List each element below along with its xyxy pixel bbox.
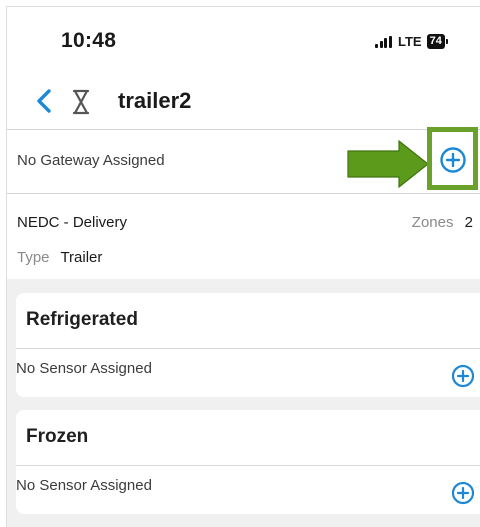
signal-icon xyxy=(375,35,393,48)
add-sensor-icon[interactable] xyxy=(451,364,475,388)
zone-title: Frozen xyxy=(26,426,89,447)
type-row: Type Trailer xyxy=(17,249,102,266)
battery-icon: 74 xyxy=(426,34,445,49)
type-label: Type xyxy=(17,249,50,266)
asset-name: NEDC - Delivery xyxy=(17,214,128,231)
zones-section: Refrigerated No Sensor Assigned Frozen N… xyxy=(7,279,480,527)
phone-screen: 10:48 LTE 74 trailer2 No Gateway Assigne… xyxy=(6,6,480,527)
sensor-status: No Sensor Assigned xyxy=(16,360,152,377)
battery-tip xyxy=(445,39,448,44)
add-gateway-icon[interactable] xyxy=(439,146,467,174)
zones-count-row: Zones 2 xyxy=(412,214,473,231)
divider xyxy=(16,348,480,349)
zones-count: 2 xyxy=(464,214,473,231)
zone-card-refrigerated: Refrigerated No Sensor Assigned xyxy=(16,293,480,397)
status-bar: 10:48 LTE 74 xyxy=(7,7,480,71)
status-indicators: LTE 74 xyxy=(375,34,448,49)
hourglass-icon xyxy=(72,89,90,115)
highlight-box xyxy=(427,127,478,190)
zones-label: Zones xyxy=(411,214,454,231)
zone-title: Refrigerated xyxy=(26,309,138,330)
add-sensor-icon[interactable] xyxy=(451,481,475,505)
divider xyxy=(16,465,480,466)
chevron-left-icon[interactable] xyxy=(31,87,59,115)
gateway-status: No Gateway Assigned xyxy=(17,152,165,169)
zone-card-frozen: Frozen No Sensor Assigned xyxy=(16,410,480,514)
page-title: trailer2 xyxy=(118,88,192,113)
asset-details: NEDC - Delivery Zones 2 Type Trailer xyxy=(7,193,480,277)
type-value: Trailer xyxy=(60,249,103,266)
nav-bar: trailer2 xyxy=(7,71,480,129)
arrow-annotation-icon xyxy=(347,140,429,188)
sensor-status: No Sensor Assigned xyxy=(16,477,152,494)
network-type: LTE xyxy=(398,34,422,49)
status-time: 10:48 xyxy=(61,29,117,52)
